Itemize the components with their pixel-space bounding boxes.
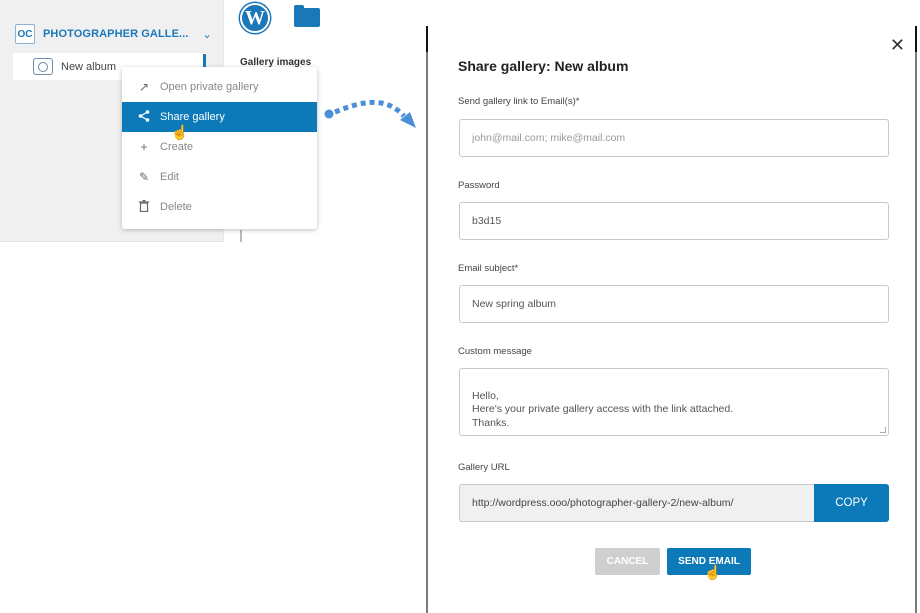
menu-item-delete[interactable]: Delete xyxy=(122,192,317,222)
message-label: Custom message xyxy=(458,346,532,357)
message-textarea[interactable]: Hello, Here's your private gallery acces… xyxy=(459,368,889,436)
active-indicator xyxy=(203,54,206,68)
gallery-url-row: http://wordpress.ooo/photographer-galler… xyxy=(459,484,889,522)
divider xyxy=(240,230,242,242)
menu-item-label: Edit xyxy=(160,171,179,183)
subject-label: Email subject* xyxy=(458,263,519,274)
url-label: Gallery URL xyxy=(458,462,510,473)
menu-item-edit[interactable]: ✎ Edit xyxy=(122,162,317,192)
context-menu: ↗ Open private gallery Share gallery + C… xyxy=(122,67,317,229)
message-text: Hello, Here's your private gallery acces… xyxy=(472,389,734,429)
hand-cursor-icon: ☝ xyxy=(704,564,722,580)
plus-icon: + xyxy=(140,140,148,154)
subject-input[interactable]: New spring album xyxy=(459,285,889,323)
pencil-icon: ✎ xyxy=(138,170,150,184)
trash-icon xyxy=(138,199,150,215)
gallery-url-input[interactable]: http://wordpress.ooo/photographer-galler… xyxy=(459,484,814,522)
album-label: New album xyxy=(61,60,117,73)
dialog-title: Share gallery: New album xyxy=(458,58,629,74)
email-label: Send gallery link to Email(s)* xyxy=(458,96,580,107)
share-gallery-dialog: ✕ Share gallery: New album Send gallery … xyxy=(426,26,917,613)
resize-handle-icon[interactable] xyxy=(880,427,886,433)
share-icon xyxy=(138,109,150,125)
screen: OC PHOTOGRAPHER GALLE... ⌄ New album W G… xyxy=(0,0,920,613)
copy-button[interactable]: COPY xyxy=(814,484,889,522)
password-input[interactable]: b3d15 xyxy=(459,202,889,240)
cancel-button[interactable]: CANCEL xyxy=(595,548,660,575)
menu-item-label: Share gallery xyxy=(160,111,225,123)
dotted-arrow-icon xyxy=(324,99,416,128)
menu-item-label: Open private gallery xyxy=(160,81,259,93)
menu-item-share-gallery[interactable]: Share gallery xyxy=(122,102,317,132)
menu-item-create[interactable]: + Create xyxy=(122,132,317,162)
menu-item-label: Create xyxy=(160,141,194,153)
dialog-actions: CANCEL SEND EMAIL xyxy=(595,548,751,575)
email-input[interactable]: john@mail.com; mike@mail.com xyxy=(459,119,889,157)
external-link-icon: ↗ xyxy=(138,80,150,94)
gallery-logo-icon: OC xyxy=(15,24,35,44)
album-icon xyxy=(33,58,53,75)
folder-icon[interactable] xyxy=(294,5,320,27)
menu-item-label: Delete xyxy=(160,201,192,213)
gallery-title: PHOTOGRAPHER GALLE... xyxy=(43,28,189,40)
close-icon[interactable]: ✕ xyxy=(890,36,905,54)
menu-item-open-private-gallery[interactable]: ↗ Open private gallery xyxy=(122,72,317,102)
gallery-header[interactable]: OC PHOTOGRAPHER GALLE... ⌄ xyxy=(15,24,212,44)
wordpress-icon[interactable]: W xyxy=(240,3,270,33)
chevron-down-icon[interactable]: ⌄ xyxy=(203,28,212,41)
password-label: Password xyxy=(458,180,500,191)
hand-cursor-icon: ☝ xyxy=(171,124,189,140)
